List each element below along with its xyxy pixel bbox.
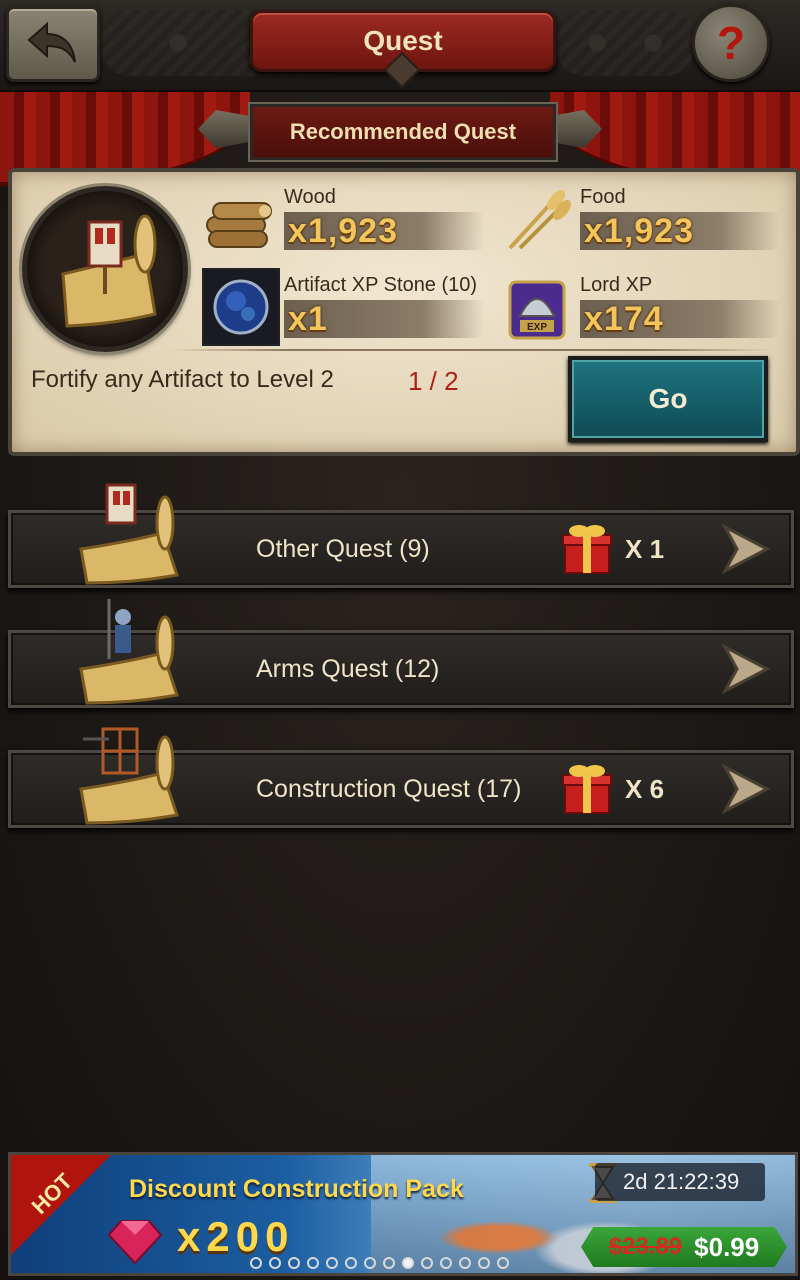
page-dot[interactable] xyxy=(307,1257,319,1269)
gift-count: X 6 xyxy=(625,774,665,804)
question-mark-icon: ? xyxy=(716,17,746,69)
lord-xp-helmet-icon: EXP xyxy=(500,272,574,346)
help-button[interactable]: ? xyxy=(692,4,770,82)
food-label: Food xyxy=(580,186,626,208)
page-dot[interactable] xyxy=(364,1257,376,1269)
page-dot[interactable] xyxy=(497,1257,509,1269)
page-dot[interactable] xyxy=(402,1257,414,1269)
page-title: Quest xyxy=(250,10,556,72)
svg-text:EXP: EXP xyxy=(527,322,547,333)
lord-xp-label: Lord XP xyxy=(580,274,653,296)
category-label: Arms Quest (12) xyxy=(256,655,440,683)
page-dot[interactable] xyxy=(326,1257,338,1269)
wood-label: Wood xyxy=(284,186,336,208)
page-dot[interactable] xyxy=(250,1257,262,1269)
ruby-gem-icon xyxy=(107,1220,163,1265)
category-row-other-quest[interactable]: Other Quest (9) X 1 xyxy=(8,483,794,588)
artifact-stone-label: Artifact XP Stone (10) xyxy=(284,274,478,296)
offer-title: Discount Construction Pack xyxy=(129,1175,464,1203)
gift-count: X 1 xyxy=(625,534,665,564)
back-arrow-icon xyxy=(27,21,76,63)
header-ornament-right xyxy=(555,10,695,76)
back-button[interactable] xyxy=(6,6,100,82)
lord-xp-amount: x174 xyxy=(580,300,780,338)
page-dot[interactable] xyxy=(459,1257,471,1269)
wood-logs-icon xyxy=(202,186,276,260)
gift-box-icon xyxy=(562,525,612,574)
page-dot[interactable] xyxy=(288,1257,300,1269)
category-label: Other Quest (9) xyxy=(256,535,430,563)
construction-scroll-icon xyxy=(79,727,179,825)
artifact-stone-amount: x1 xyxy=(284,300,484,338)
panel-divider xyxy=(170,349,770,351)
price-tag[interactable]: $23.89 $0.99 xyxy=(581,1227,787,1267)
page-dot[interactable] xyxy=(478,1257,490,1269)
recommended-quest-title: Recommended Quest xyxy=(250,104,556,160)
quest-objective: Fortify any Artifact to Level 2 xyxy=(31,366,334,393)
old-price: $23.89 xyxy=(608,1233,683,1260)
arms-scroll-icon xyxy=(79,599,179,705)
new-price: $0.99 xyxy=(694,1231,760,1262)
wood-amount: x1,923 xyxy=(284,212,484,250)
offer-page-indicator xyxy=(250,1257,509,1269)
category-row-arms-quest[interactable]: Arms Quest (12) xyxy=(8,599,794,708)
offer-gem-count: x200 xyxy=(177,1213,295,1260)
category-row-construction-quest[interactable]: Construction Quest (17) X 6 xyxy=(8,727,794,828)
page-dot[interactable] xyxy=(421,1257,433,1269)
page-dot[interactable] xyxy=(383,1257,395,1269)
artifact-stone-icon xyxy=(202,268,280,346)
page-dot[interactable] xyxy=(345,1257,357,1269)
quest-scroll-icon xyxy=(61,214,157,328)
quest-scroll-icon xyxy=(79,483,179,585)
gift-box-icon xyxy=(562,765,612,814)
page-dot[interactable] xyxy=(269,1257,281,1269)
go-button[interactable]: Go xyxy=(568,356,768,442)
category-label: Construction Quest (17) xyxy=(256,775,522,803)
wheat-icon xyxy=(500,184,574,258)
chevron-right-icon xyxy=(721,523,771,575)
food-amount: x1,923 xyxy=(580,212,780,250)
go-button-label: Go xyxy=(648,383,688,414)
chevron-right-icon xyxy=(721,763,771,815)
quest-progress: 1 / 2 xyxy=(408,366,459,396)
chevron-right-icon xyxy=(721,643,771,695)
offer-timer: 2d 21:22:39 xyxy=(595,1163,765,1201)
page-dot[interactable] xyxy=(440,1257,452,1269)
quest-medallion xyxy=(22,186,188,352)
